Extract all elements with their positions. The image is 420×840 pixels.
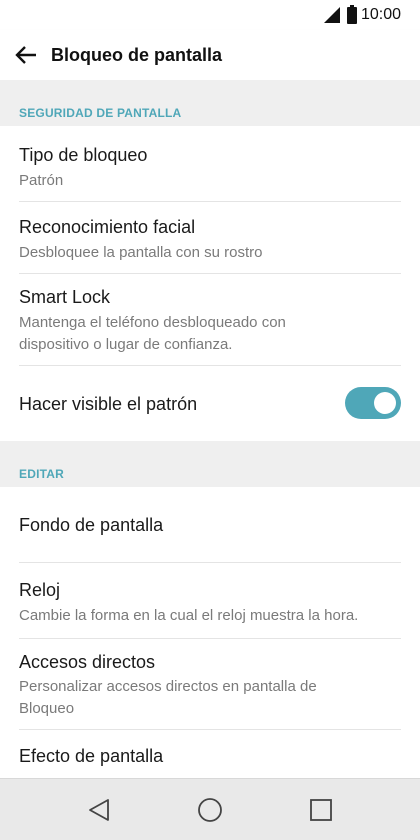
square-recents-icon [310, 799, 332, 821]
status-bar: 10:00 [0, 0, 420, 30]
setting-fondo-de-pantalla[interactable]: Fondo de pantalla [19, 487, 401, 563]
setting-title: Accesos directos [19, 652, 156, 672]
settings-group-seguridad: Tipo de bloqueo Patrón Reconocimiento fa… [0, 126, 420, 441]
setting-subtitle-line2: dispositivo o lugar de confianza. [19, 336, 233, 353]
page-title: Bloqueo de pantalla [51, 45, 223, 65]
setting-reloj[interactable]: Reloj Cambie la forma en la cual el relo… [19, 563, 401, 639]
setting-title: Reloj [19, 580, 61, 600]
back-button[interactable] [8, 37, 44, 73]
settings-group-editar: Fondo de pantalla Reloj Cambie la forma … [0, 487, 420, 778]
setting-title: Reconocimiento facial [19, 217, 196, 237]
circle-home-icon [198, 798, 222, 822]
setting-subtitle-line1: Personalizar accesos directos en pantall… [19, 678, 317, 695]
setting-title: Efecto de pantalla [19, 746, 164, 766]
nav-home-button[interactable] [195, 795, 225, 825]
setting-title: Smart Lock [19, 287, 111, 307]
setting-accesos-directos[interactable]: Accesos directos Personalizar accesos di… [19, 639, 401, 730]
nav-recents-button[interactable] [306, 795, 336, 825]
section-label: EDITAR [19, 467, 64, 481]
setting-subtitle: Patrón [19, 172, 64, 189]
status-time: 10:00 [361, 6, 402, 23]
setting-subtitle: Cambie la forma en la cual el reloj mues… [19, 607, 359, 624]
nav-back-button[interactable] [84, 795, 114, 825]
pattern-visible-toggle[interactable] [345, 387, 401, 419]
setting-subtitle-line2: Bloqueo [19, 700, 75, 717]
setting-efecto-de-pantalla[interactable]: Efecto de pantalla [19, 730, 401, 778]
setting-tipo-de-bloqueo[interactable]: Tipo de bloqueo Patrón [19, 126, 401, 202]
screen: 10:00 Bloqueo de pantalla SEGURIDAD DE P… [0, 0, 420, 840]
setting-title: Fondo de pantalla [19, 515, 164, 535]
section-header-seguridad: SEGURIDAD DE PANTALLA [0, 80, 420, 126]
section-label: SEGURIDAD DE PANTALLA [19, 106, 182, 120]
setting-subtitle-line1: Mantenga el teléfono desbloqueado con [19, 314, 286, 331]
navigation-bar [0, 778, 420, 840]
setting-hacer-visible-patron[interactable]: Hacer visible el patrón [19, 366, 401, 441]
section-header-editar: EDITAR [0, 441, 420, 487]
battery-icon [347, 5, 357, 24]
setting-title: Tipo de bloqueo [19, 145, 148, 165]
settings-list[interactable]: SEGURIDAD DE PANTALLA Tipo de bloqueo Pa… [0, 80, 420, 778]
signal-icon [324, 7, 340, 23]
triangle-back-icon [89, 799, 109, 821]
toggle-knob [374, 392, 396, 414]
setting-reconocimiento-facial[interactable]: Reconocimiento facial Desbloquee la pant… [19, 202, 401, 274]
app-bar: Bloqueo de pantalla [0, 30, 420, 80]
setting-smart-lock[interactable]: Smart Lock Mantenga el teléfono desbloqu… [19, 274, 401, 366]
setting-subtitle: Desbloquee la pantalla con su rostro [19, 244, 263, 261]
setting-title: Hacer visible el patrón [19, 394, 198, 414]
arrow-left-icon [15, 46, 36, 64]
